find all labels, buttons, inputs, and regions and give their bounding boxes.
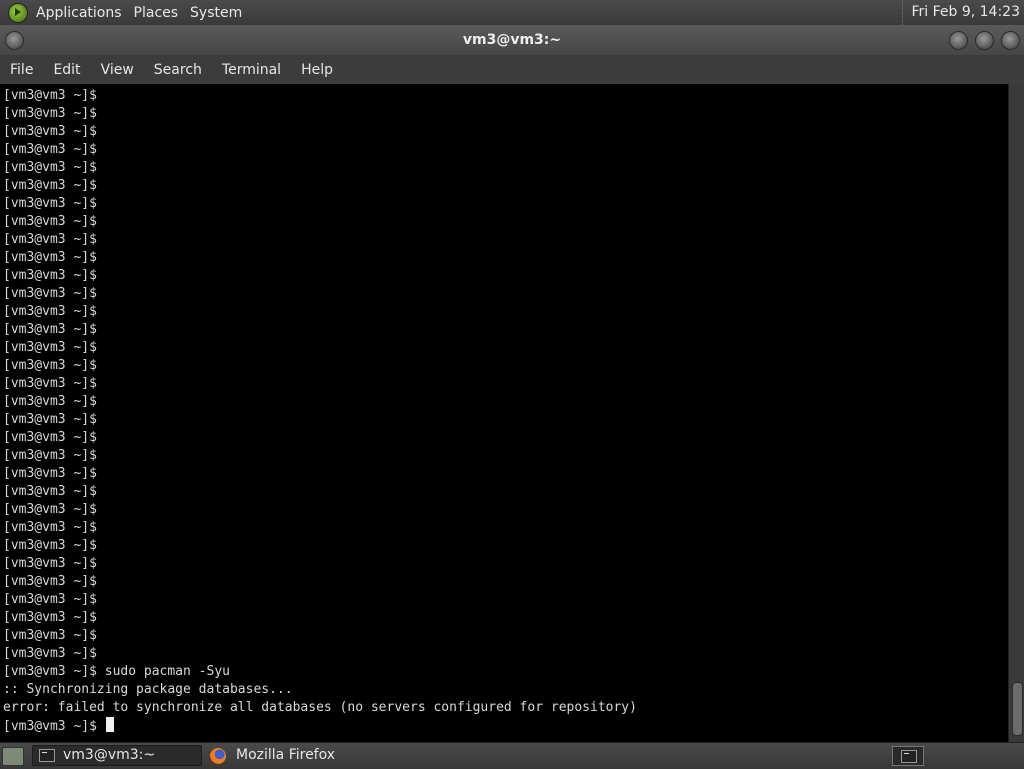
terminal-line: [vm3@vm3 ~]$ xyxy=(3,556,97,571)
menu-edit[interactable]: Edit xyxy=(43,62,90,78)
terminal-line: [vm3@vm3 ~]$ xyxy=(3,538,97,553)
terminal-line: [vm3@vm3 ~]$ xyxy=(3,574,97,589)
terminal-line: [vm3@vm3 ~]$ sudo pacman -Syu xyxy=(3,664,230,679)
terminal-line: [vm3@vm3 ~]$ xyxy=(3,214,97,229)
terminal-line: [vm3@vm3 ~]$ xyxy=(3,430,97,445)
maximize-button[interactable] xyxy=(975,31,994,50)
places-menu[interactable]: Places xyxy=(134,5,187,21)
terminal-line: [vm3@vm3 ~]$ xyxy=(3,466,97,481)
window-title: vm3@vm3:~ xyxy=(462,32,562,48)
menu-help[interactable]: Help xyxy=(291,62,343,78)
workspace-terminal-icon xyxy=(901,750,917,763)
terminal-line: [vm3@vm3 ~]$ xyxy=(3,106,97,121)
top-panel: Applications Places System Fri Feb 9, 14… xyxy=(0,0,1024,26)
show-desktop-icon[interactable] xyxy=(2,747,24,766)
terminal-line: [vm3@vm3 ~]$ xyxy=(3,340,97,355)
terminal-line: [vm3@vm3 ~]$ xyxy=(3,196,97,211)
terminal-icon xyxy=(39,749,55,762)
terminal-line: :: Synchronizing package databases... xyxy=(3,682,293,697)
minimize-button[interactable] xyxy=(949,31,968,50)
terminal-scrollbar[interactable] xyxy=(1008,84,1024,742)
taskbar-item-firefox[interactable]: Mozilla Firefox xyxy=(204,745,370,766)
menubar: File Edit View Search Terminal Help xyxy=(0,55,1024,84)
terminal-line: [vm3@vm3 ~]$ xyxy=(3,178,97,193)
terminal-line: [vm3@vm3 ~]$ xyxy=(3,628,97,643)
applications-menu[interactable]: Applications xyxy=(36,5,130,21)
terminal-line: [vm3@vm3 ~]$ xyxy=(3,502,97,517)
terminal-output[interactable]: [vm3@vm3 ~]$ [vm3@vm3 ~]$ [vm3@vm3 ~]$ [vm3… xyxy=(0,84,1008,742)
terminal-lines: [vm3@vm3 ~]$ [vm3@vm3 ~]$ [vm3@vm3 ~]$ [vm3… xyxy=(0,84,1008,736)
taskbar-item-terminal[interactable]: vm3@vm3:~ xyxy=(32,745,202,766)
terminal-line: [vm3@vm3 ~]$ xyxy=(3,394,97,409)
terminal-line: [vm3@vm3 ~]$ xyxy=(3,646,97,661)
terminal-line: [vm3@vm3 ~]$ xyxy=(3,286,97,301)
system-menu[interactable]: System xyxy=(190,5,250,21)
terminal-line: [vm3@vm3 ~]$ xyxy=(3,376,97,391)
terminal-line: [vm3@vm3 ~]$ xyxy=(3,232,97,247)
menu-terminal[interactable]: Terminal xyxy=(212,62,291,78)
terminal-prompt: [vm3@vm3 ~]$ xyxy=(3,719,105,734)
terminal-line: [vm3@vm3 ~]$ xyxy=(3,250,97,265)
terminal-line: [vm3@vm3 ~]$ xyxy=(3,304,97,319)
terminal-current-line: [vm3@vm3 ~]$ xyxy=(3,717,1008,736)
taskbar-item-label: vm3@vm3:~ xyxy=(63,747,156,763)
window-menu-button[interactable] xyxy=(5,31,24,50)
terminal-line: [vm3@vm3 ~]$ xyxy=(3,484,97,499)
close-button[interactable] xyxy=(1001,31,1020,50)
terminal-line: [vm3@vm3 ~]$ xyxy=(3,124,97,139)
terminal-line: [vm3@vm3 ~]$ xyxy=(3,142,97,157)
distro-logo-icon[interactable] xyxy=(8,2,28,23)
workspace-switcher[interactable] xyxy=(892,746,924,766)
taskbar-item-label: Mozilla Firefox xyxy=(236,747,336,763)
terminal-line: [vm3@vm3 ~]$ xyxy=(3,88,97,103)
terminal-line: [vm3@vm3 ~]$ xyxy=(3,322,97,337)
scrollbar-thumb[interactable] xyxy=(1012,682,1023,736)
terminal-line: [vm3@vm3 ~]$ xyxy=(3,520,97,535)
terminal-line: [vm3@vm3 ~]$ xyxy=(3,160,97,175)
terminal-line: [vm3@vm3 ~]$ xyxy=(3,592,97,607)
terminal-line: error: failed to synchronize all databas… xyxy=(3,700,637,715)
firefox-icon xyxy=(210,747,226,764)
terminal-line: [vm3@vm3 ~]$ xyxy=(3,412,97,427)
bottom-panel: vm3@vm3:~ Mozilla Firefox xyxy=(0,742,1024,769)
terminal-line: [vm3@vm3 ~]$ xyxy=(3,268,97,283)
terminal-line: [vm3@vm3 ~]$ xyxy=(3,448,97,463)
clock[interactable]: Fri Feb 9, 14:23 xyxy=(902,0,1020,25)
menu-file[interactable]: File xyxy=(0,62,43,78)
terminal-line: [vm3@vm3 ~]$ xyxy=(3,610,97,625)
terminal-cursor xyxy=(105,717,114,732)
terminal-line: [vm3@vm3 ~]$ xyxy=(3,358,97,373)
menu-search[interactable]: Search xyxy=(144,62,212,78)
menu-view[interactable]: View xyxy=(91,62,144,78)
window-titlebar[interactable]: vm3@vm3:~ xyxy=(0,25,1024,55)
